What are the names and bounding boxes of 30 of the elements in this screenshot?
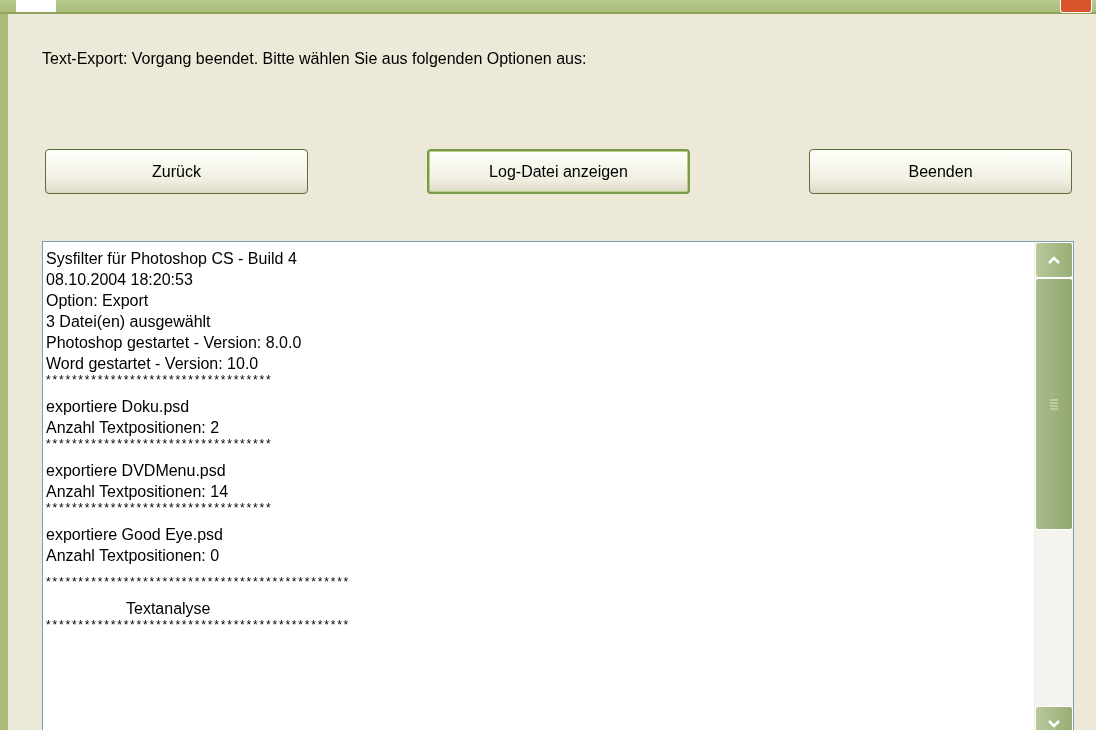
dialog-button[interactable]: Zurück	[45, 149, 308, 194]
chevron-up-icon	[1047, 255, 1061, 265]
log-line: Sysfilter für Photoshop CS - Build 4	[46, 249, 297, 269]
log-line: Photoshop gestartet - Version: 8.0.0	[46, 333, 302, 353]
log-line: Anzahl Textpositionen: 14	[46, 482, 229, 502]
status-message: Text-Export: Vorgang beendet. Bitte wählen Sie aus folgenden Optionen aus:	[42, 50, 588, 68]
grip-icon	[1049, 398, 1059, 410]
asterisk-separator: ***********************************	[46, 502, 273, 514]
log-line: 3 Datei(en) ausgewählt	[46, 312, 211, 332]
log-text-area[interactable]	[42, 241, 1074, 730]
log-line: exportiere Good Eye.psd	[46, 525, 223, 545]
chevron-down-icon	[1047, 719, 1061, 729]
log-line: exportiere DVDMenu.psd	[46, 461, 226, 481]
close-button[interactable]	[1060, 0, 1092, 13]
asterisk-separator: ***********************************	[46, 438, 273, 450]
dialog-button[interactable]: Beenden	[809, 149, 1072, 194]
asterisk-separator: ***********************************	[46, 374, 273, 386]
log-line: 08.10.2004 18:20:53	[46, 270, 193, 290]
log-line: Anzahl Textpositionen: 0	[46, 546, 220, 566]
dialog-button[interactable]: Log-Datei anzeigen	[427, 149, 690, 194]
scroll-up-button[interactable]	[1035, 242, 1073, 278]
log-line: Anzahl Textpositionen: 2	[46, 418, 220, 438]
log-heading: Textanalyse	[126, 599, 211, 619]
log-line: Option: Export	[46, 291, 149, 311]
log-line: Word gestartet - Version: 10.0	[46, 354, 259, 374]
scroll-thumb[interactable]	[1035, 278, 1073, 530]
asterisk-separator: ***********************************************	[46, 619, 351, 631]
asterisk-separator: ***********************************************	[46, 576, 351, 588]
vertical-scrollbar[interactable]	[1034, 242, 1073, 730]
log-line: exportiere Doku.psd	[46, 397, 190, 417]
